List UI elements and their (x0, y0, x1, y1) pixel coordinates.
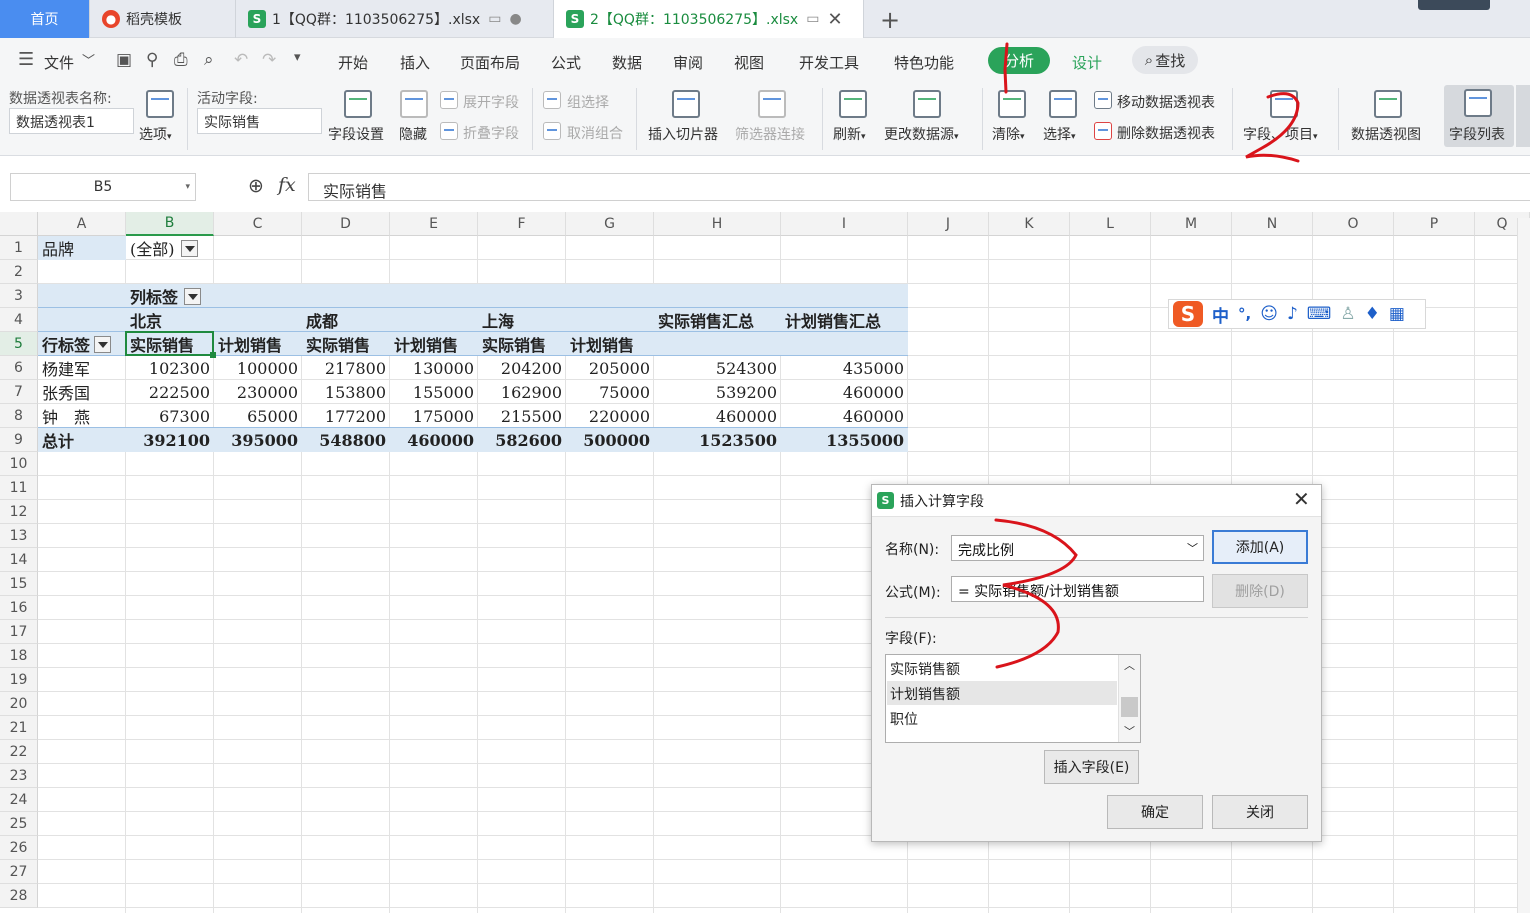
annotation-stroke (1003, 42, 1009, 94)
annotation-stroke (994, 518, 1078, 669)
annotation-stroke (1245, 92, 1300, 163)
annotation-layer (994, 42, 1300, 669)
